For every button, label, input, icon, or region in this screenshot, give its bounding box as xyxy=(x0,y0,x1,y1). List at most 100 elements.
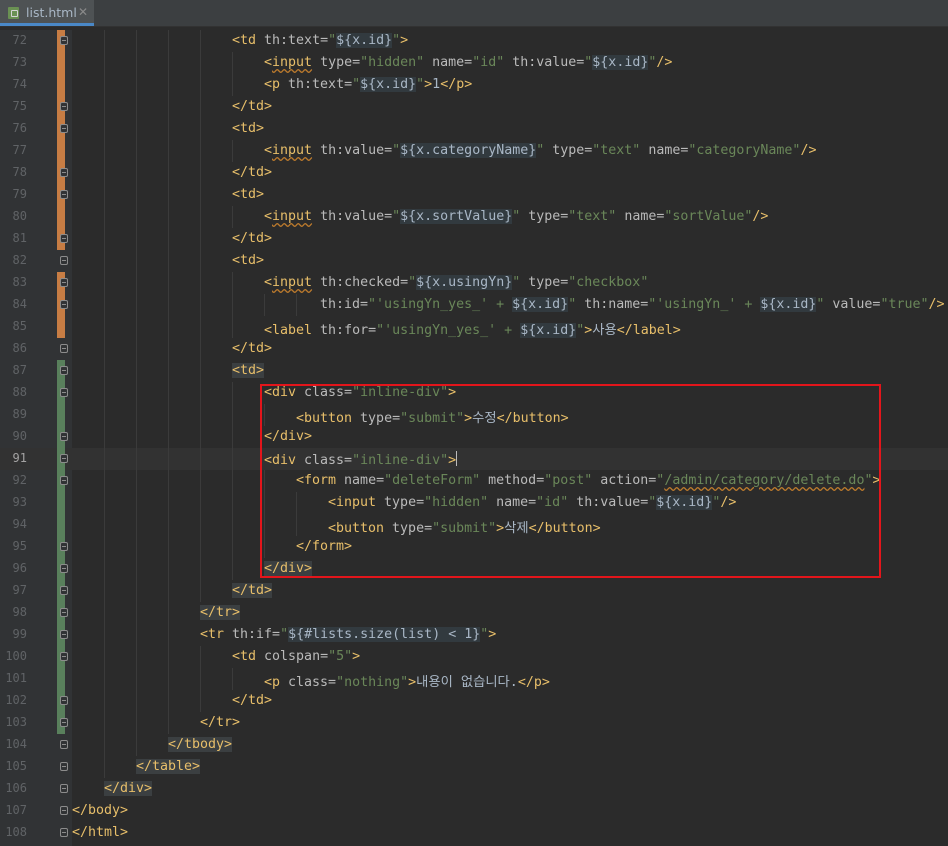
code-line[interactable]: 91 <div class="inline-div"> xyxy=(0,448,948,470)
code-line[interactable]: 107 </body> xyxy=(0,800,948,822)
added-change-marker[interactable] xyxy=(57,514,65,536)
fold-icon[interactable] xyxy=(60,784,68,793)
code-line[interactable]: 73 <input type="hidden" name="id" th:valu… xyxy=(0,52,948,74)
code-line[interactable]: 76 <td> xyxy=(0,118,948,140)
modified-change-marker[interactable] xyxy=(57,316,65,338)
code-line[interactable]: 86 </td> xyxy=(0,338,948,360)
fold-icon[interactable] xyxy=(60,652,68,661)
indent-guide xyxy=(136,250,137,272)
modified-change-marker[interactable] xyxy=(57,52,65,74)
code-line[interactable]: 94 <button type="submit">삭제</button> xyxy=(0,514,948,536)
indent-guide xyxy=(168,426,169,448)
indent-guide xyxy=(136,74,137,96)
code-line[interactable]: 90 </div> xyxy=(0,426,948,448)
code-line[interactable]: 88 <div class="inline-div"> xyxy=(0,382,948,404)
fold-icon[interactable] xyxy=(60,630,68,639)
indent-guide xyxy=(200,74,201,96)
code-line[interactable]: 80 <input th:value="${x.sortValue}" type=… xyxy=(0,206,948,228)
code-line[interactable]: 95 </form> xyxy=(0,536,948,558)
added-change-marker[interactable] xyxy=(57,404,65,426)
fold-icon[interactable] xyxy=(60,454,68,463)
indent-guide xyxy=(104,272,105,294)
indent-guide xyxy=(168,162,169,184)
code-line[interactable]: 99 <tr th:if="${#lists.size(list) < 1}"> xyxy=(0,624,948,646)
code-line[interactable]: 75 </td> xyxy=(0,96,948,118)
fold-icon[interactable] xyxy=(60,608,68,617)
fold-icon[interactable] xyxy=(60,344,68,353)
code-token: th:id= xyxy=(320,297,369,312)
code-token: " xyxy=(512,275,529,290)
code-line[interactable]: 84 th:id="'usingYn_yes_' + ${x.id}" th:na… xyxy=(0,294,948,316)
fold-icon[interactable] xyxy=(60,388,68,397)
fold-icon[interactable] xyxy=(60,740,68,749)
code-line[interactable]: 101 <p class="nothing">내용이 없습니다.</p> xyxy=(0,668,948,690)
indent-guide xyxy=(168,668,169,690)
fold-icon[interactable] xyxy=(60,762,68,771)
code-line[interactable]: 79 <td> xyxy=(0,184,948,206)
code-line[interactable]: 82 <td> xyxy=(0,250,948,272)
indent-guide xyxy=(200,338,201,360)
code-line[interactable]: 100 <td colspan="5"> xyxy=(0,646,948,668)
indent-guide xyxy=(104,162,105,184)
tab-list-html[interactable]: list.html ✕ xyxy=(0,0,94,26)
line-number: 106 xyxy=(5,781,27,795)
fold-icon[interactable] xyxy=(60,124,68,133)
indent-guide xyxy=(296,492,297,514)
fold-icon[interactable] xyxy=(60,696,68,705)
line-number: 91 xyxy=(12,451,27,465)
code-token: </div> xyxy=(264,429,313,444)
fold-icon[interactable] xyxy=(60,234,68,243)
code-token: 사용 xyxy=(592,323,617,338)
modified-change-marker[interactable] xyxy=(57,140,65,162)
code-line[interactable]: 105 </table> xyxy=(0,756,948,778)
code-line[interactable]: 98 </tr> xyxy=(0,602,948,624)
code-line[interactable]: 72 <td th:text="${x.id}"> xyxy=(0,30,948,52)
code-line[interactable]: 106 </div> xyxy=(0,778,948,800)
code-line[interactable]: 83 <input th:checked="${x.usingYn}" type=… xyxy=(0,272,948,294)
line-number: 102 xyxy=(5,693,27,707)
modified-change-marker[interactable] xyxy=(57,206,65,228)
code-line[interactable]: 104 </tbody> xyxy=(0,734,948,756)
fold-icon[interactable] xyxy=(60,36,68,45)
code-line[interactable]: 93 <input type="hidden" name="id" th:valu… xyxy=(0,492,948,514)
fold-icon[interactable] xyxy=(60,278,68,287)
code-token: input xyxy=(272,55,313,70)
fold-icon[interactable] xyxy=(60,432,68,441)
fold-icon[interactable] xyxy=(60,828,68,837)
fold-icon[interactable] xyxy=(60,806,68,815)
fold-icon[interactable] xyxy=(60,168,68,177)
fold-icon[interactable] xyxy=(60,586,68,595)
code-line[interactable]: 97 </td> xyxy=(0,580,948,602)
code-line[interactable]: 74 <p th:text="${x.id}">1</p> xyxy=(0,74,948,96)
indent-guide xyxy=(200,30,201,52)
fold-icon[interactable] xyxy=(60,300,68,309)
code-line[interactable]: 96 </div> xyxy=(0,558,948,580)
code-line[interactable]: 77 <input th:value="${x.categoryName}" ty… xyxy=(0,140,948,162)
indent-guide xyxy=(168,96,169,118)
indent-guide xyxy=(136,30,137,52)
added-change-marker[interactable] xyxy=(57,668,65,690)
fold-icon[interactable] xyxy=(60,542,68,551)
code-line[interactable]: 103 </tr> xyxy=(0,712,948,734)
fold-icon[interactable] xyxy=(60,102,68,111)
fold-icon[interactable] xyxy=(60,256,68,265)
code-line[interactable]: 85 <label th:for="'usingYn_yes_' + ${x.id… xyxy=(0,316,948,338)
code-line[interactable]: 102 </td> xyxy=(0,690,948,712)
code-editor[interactable]: 72 <td th:text="${x.id}"> 73 <input type="h… xyxy=(0,30,948,846)
code-line[interactable]: 81 </td> xyxy=(0,228,948,250)
code-line[interactable]: 78 </td> xyxy=(0,162,948,184)
indent-guide xyxy=(136,514,137,536)
code-line[interactable]: 108 </html> xyxy=(0,822,948,844)
code-line[interactable]: 92 <form name="deleteForm" method="post" … xyxy=(0,470,948,492)
fold-icon[interactable] xyxy=(60,718,68,727)
added-change-marker[interactable] xyxy=(57,492,65,514)
fold-icon[interactable] xyxy=(60,366,68,375)
tab-label: list.html xyxy=(26,5,77,20)
code-line[interactable]: 89 <button type="submit">수정</button> xyxy=(0,404,948,426)
modified-change-marker[interactable] xyxy=(57,74,65,96)
close-icon[interactable]: ✕ xyxy=(78,5,88,19)
code-line[interactable]: 87 <td> xyxy=(0,360,948,382)
fold-icon[interactable] xyxy=(60,476,68,485)
fold-icon[interactable] xyxy=(60,190,68,199)
fold-icon[interactable] xyxy=(60,564,68,573)
